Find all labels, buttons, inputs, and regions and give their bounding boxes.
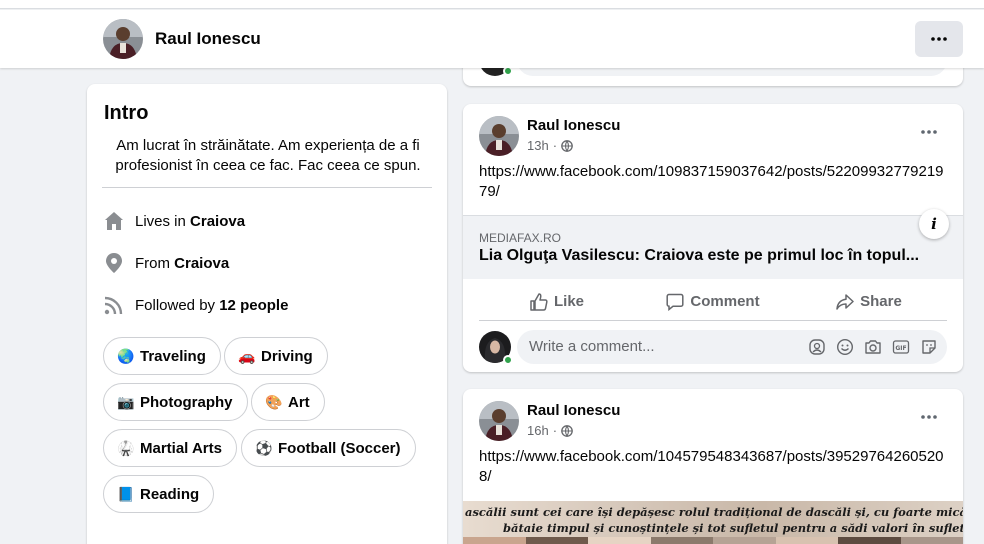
link-preview[interactable]: i MEDIAFAX.RO Lia Olguţa Vasilescu: Crai… <box>463 209 963 279</box>
martial-arts-icon: 🥋 <box>117 439 135 456</box>
comment-tools: GIF <box>807 338 939 356</box>
intro-title: Intro <box>104 102 149 124</box>
intro-card: Intro Am lucrat în străinătate. Am exper… <box>87 84 447 544</box>
sticker-icon[interactable] <box>919 338 939 356</box>
comment-placeholder: Write a comment... <box>529 338 655 355</box>
share-label: Share <box>860 293 902 310</box>
banner-photos <box>463 537 963 544</box>
profile-name[interactable]: Raul Ionescu <box>155 29 261 49</box>
more-options-button[interactable] <box>915 21 963 57</box>
comment-bubble-icon <box>666 293 684 311</box>
like-button[interactable]: Like <box>479 283 635 320</box>
lives-in-prefix: Lives in <box>135 212 186 230</box>
camera-icon[interactable] <box>863 338 883 356</box>
lives-in-city-link[interactable]: Craiova <box>190 213 245 230</box>
car-icon: 🚗 <box>238 347 256 364</box>
online-status-dot <box>503 355 513 365</box>
post-time-text: 13h <box>527 138 549 153</box>
hobby-chip-reading[interactable]: 📘 Reading <box>103 475 215 513</box>
more-dots-icon <box>931 37 947 41</box>
svg-text:GIF: GIF <box>895 345 906 352</box>
camera-icon: 📷 <box>117 393 135 410</box>
banner-line-1: ascălii sunt cei care își depășesc rolul… <box>465 505 963 519</box>
banner-line-2: bătaie timpul și cunoștințele și tot suf… <box>503 521 963 535</box>
post-card: Raul Ionescu 13h · https://www.facebook.… <box>463 104 963 372</box>
like-label: Like <box>553 293 584 310</box>
emoji-icon[interactable] <box>835 338 855 356</box>
intro-bio: Am lucrat în străinătate. Am experiența … <box>115 137 421 174</box>
hobby-chip-art[interactable]: 🎨 Art <box>251 383 325 421</box>
post-actions: Like Comment Share <box>479 283 947 321</box>
author-avatar[interactable] <box>479 401 519 441</box>
comment-label: Comment <box>690 293 760 310</box>
share-arrow-icon <box>836 293 854 310</box>
globe-privacy-icon <box>561 424 573 437</box>
hobby-label: Photography <box>140 393 233 411</box>
hobby-chip-traveling[interactable]: 🌏 Traveling <box>103 337 221 375</box>
globe-privacy-icon <box>561 139 573 152</box>
comment-input[interactable]: Write a comment... GIF <box>517 330 947 364</box>
comment-composer: Write a comment... GIF <box>479 330 947 365</box>
post-timestamp[interactable]: 13h · <box>527 138 573 153</box>
hobby-label: Traveling <box>140 347 206 365</box>
post-image-banner[interactable]: ascălii sunt cei care își depășesc rolul… <box>463 501 963 544</box>
hobby-label: Martial Arts <box>140 439 222 457</box>
globe-icon: 🌏 <box>117 347 135 364</box>
top-strip <box>0 0 984 9</box>
post-link-text[interactable]: https://www.facebook.com/109837159037642… <box>479 162 949 202</box>
hobby-chip-photography[interactable]: 📷 Photography <box>103 383 248 421</box>
profile-avatar[interactable] <box>103 19 143 59</box>
home-icon <box>103 210 125 232</box>
followed-by-row: Followed by 12 people <box>103 293 288 317</box>
lives-in-row: Lives in Craiova <box>103 209 245 233</box>
banner-text: ascălii sunt cei care își depășesc rolul… <box>465 504 963 536</box>
palette-icon: 🎨 <box>265 393 283 410</box>
hobby-chip-football[interactable]: ⚽ Football (Soccer) <box>241 429 416 467</box>
profile-sticky-header: Raul Ionescu <box>0 10 984 68</box>
post-time-text: 16h <box>527 423 549 438</box>
post-author[interactable]: Raul Ionescu <box>527 117 620 134</box>
from-prefix: From <box>135 254 170 272</box>
soccer-ball-icon: ⚽ <box>255 439 273 456</box>
hobby-label: Reading <box>140 485 200 503</box>
info-icon[interactable]: i <box>919 209 949 239</box>
link-title[interactable]: Lia Olguţa Vasilescu: Craiova este pe pr… <box>479 247 919 265</box>
thumbs-up-icon <box>530 292 548 311</box>
post-card: Raul Ionescu 16h · https://www.facebook.… <box>463 389 963 544</box>
share-button[interactable]: Share <box>791 283 947 320</box>
post-author[interactable]: Raul Ionescu <box>527 402 620 419</box>
more-dots-icon <box>921 415 937 419</box>
post-options-button[interactable] <box>911 407 947 427</box>
more-dots-icon <box>921 130 937 134</box>
avatar-sticker-icon[interactable] <box>807 338 827 356</box>
hobby-label: Football (Soccer) <box>278 439 401 457</box>
hobby-chip-martial-arts[interactable]: 🥋 Martial Arts <box>103 429 237 467</box>
rss-followers-icon <box>103 294 125 316</box>
hobby-chip-driving[interactable]: 🚗 Driving <box>224 337 328 375</box>
hobby-label: Driving <box>261 347 313 365</box>
gif-icon[interactable]: GIF <box>891 338 911 356</box>
hobby-label: Art <box>288 393 310 411</box>
intro-divider <box>102 187 432 188</box>
link-domain: MEDIAFAX.RO <box>479 231 562 245</box>
author-avatar[interactable] <box>479 116 519 156</box>
post-link-text[interactable]: https://www.facebook.com/104579548343687… <box>479 447 949 487</box>
post-options-button[interactable] <box>911 122 947 142</box>
book-icon: 📘 <box>117 485 135 502</box>
from-city-link[interactable]: Craiova <box>174 255 229 272</box>
post-timestamp[interactable]: 16h · <box>527 423 573 438</box>
comment-button[interactable]: Comment <box>635 283 791 320</box>
location-pin-icon <box>103 252 125 274</box>
followers-count-link[interactable]: 12 people <box>219 297 288 314</box>
followed-by-prefix: Followed by <box>135 296 216 314</box>
from-row: From Craiova <box>103 251 229 275</box>
